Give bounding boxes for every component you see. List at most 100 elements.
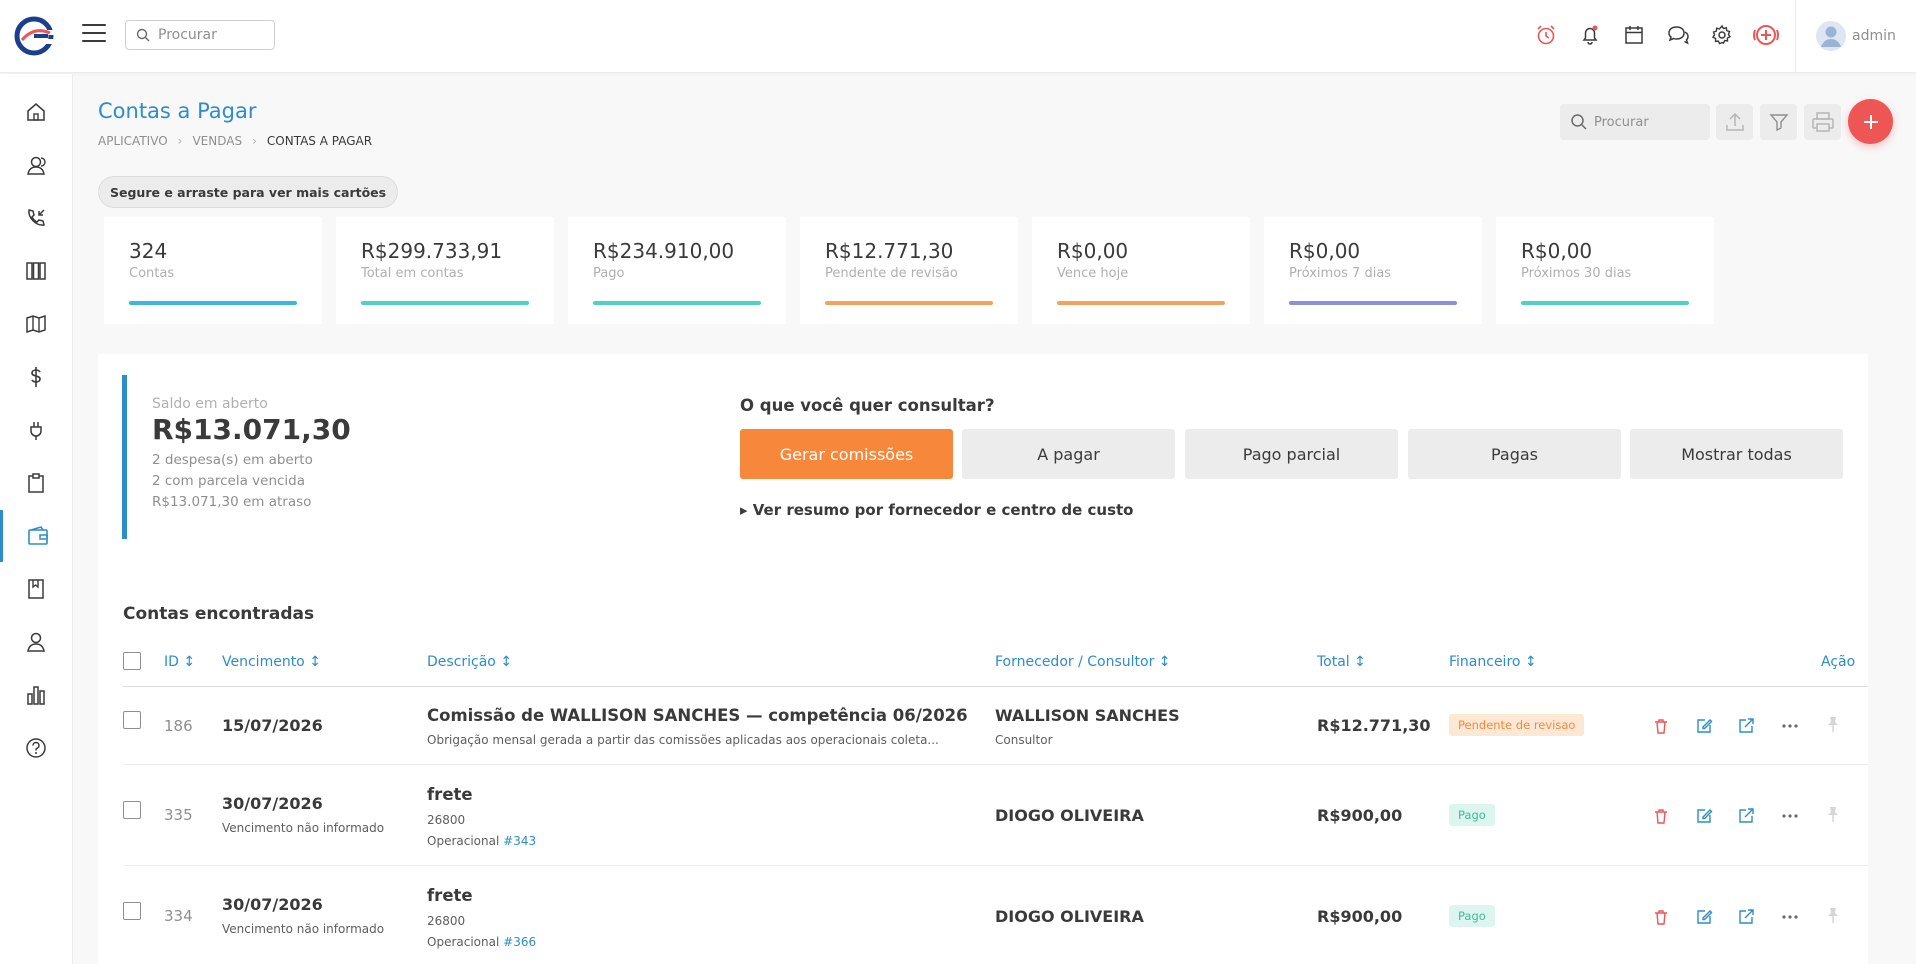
edit-icon[interactable]	[1693, 906, 1715, 928]
stat-card[interactable]: R$12.771,30 Pendente de revisão	[800, 217, 1018, 324]
add-button[interactable]	[1848, 99, 1893, 144]
row-title[interactable]: frete	[427, 785, 473, 804]
query-question: O que você quer consultar?	[740, 396, 995, 415]
row-due-date-note: Vencimento não informado	[222, 922, 385, 936]
chat-icon[interactable]	[1656, 20, 1700, 50]
sidebar-item-tasks[interactable]	[0, 457, 72, 509]
column-header-vendor[interactable]: Fornecedor / Consultor ↕	[995, 654, 1171, 670]
open-balance-label: Saldo em aberto	[152, 396, 268, 412]
delete-icon[interactable]	[1650, 805, 1672, 827]
row-checkbox[interactable]	[123, 801, 141, 819]
breadcrumb-item-app[interactable]: APLICATIVO	[98, 134, 168, 148]
stat-card[interactable]: R$234.910,00 Pago	[568, 217, 786, 324]
sidebar-item-catalog[interactable]	[0, 563, 72, 615]
sidebar-item-integrations[interactable]	[0, 404, 72, 456]
gear-icon[interactable]	[1700, 20, 1744, 50]
menu-toggle-button[interactable]	[82, 24, 106, 46]
column-header-total[interactable]: Total ↕	[1317, 654, 1366, 670]
table-row[interactable]: 335 30/07/2026 Vencimento não informado …	[123, 766, 1868, 866]
column-header-description[interactable]: Descrição ↕	[427, 654, 512, 670]
drag-hint-badge: Segure e arraste para ver mais cartões	[98, 176, 399, 208]
sidebar-item-users[interactable]	[0, 616, 72, 668]
page-search[interactable]	[1560, 104, 1710, 140]
show-all-button[interactable]: Mostrar todas	[1630, 429, 1843, 479]
breadcrumb-item-current: CONTAS A PAGAR	[266, 134, 373, 148]
page-search-input[interactable]	[1594, 114, 1704, 130]
filter-button[interactable]	[1760, 104, 1797, 140]
row-operational-link[interactable]: #343	[503, 834, 536, 848]
filter-partially-paid-button[interactable]: Pago parcial	[1185, 429, 1398, 479]
column-header-due-date[interactable]: Vencimento ↕	[222, 654, 321, 670]
plus-icon	[1863, 114, 1878, 129]
calendar-icon[interactable]	[1612, 20, 1656, 50]
row-checkbox[interactable]	[123, 711, 141, 729]
select-all-checkbox[interactable]	[123, 652, 141, 670]
table-row[interactable]: 186 15/07/2026 Comissão de WALLISON SANC…	[123, 687, 1868, 765]
row-id: 334	[164, 907, 193, 925]
stat-card-label: Próximos 7 dias	[1289, 266, 1392, 281]
row-vendor: WALLISON SANCHES	[995, 706, 1180, 725]
sidebar-item-map[interactable]	[0, 298, 72, 350]
sidebar-item-calls[interactable]	[0, 192, 72, 244]
pin-icon[interactable]	[1822, 803, 1844, 825]
table-row[interactable]: 334 30/07/2026 Vencimento não informado …	[123, 867, 1868, 964]
sidebar-item-finance[interactable]	[0, 351, 72, 403]
row-operational-link[interactable]: #366	[503, 935, 536, 949]
breadcrumb-item-sales[interactable]: VENDAS	[192, 134, 242, 148]
row-title[interactable]: frete	[427, 886, 473, 905]
stat-card[interactable]: R$0,00 Próximos 30 dias	[1496, 217, 1714, 324]
sidebar-item-reports[interactable]	[0, 669, 72, 721]
more-options-icon[interactable]	[1779, 715, 1801, 737]
stat-card-label: Contas	[129, 266, 175, 281]
column-header-id[interactable]: ID ↕	[164, 654, 195, 670]
user-menu[interactable]: admin	[1816, 21, 1896, 51]
more-options-icon[interactable]	[1779, 805, 1801, 827]
more-options-icon[interactable]	[1779, 906, 1801, 928]
pin-icon[interactable]	[1822, 904, 1844, 926]
global-search[interactable]	[125, 20, 275, 50]
column-header-finance[interactable]: Financeiro ↕	[1449, 654, 1537, 670]
row-vendor: DIOGO OLIVEIRA	[995, 806, 1144, 825]
sidebar-item-payables[interactable]	[0, 510, 72, 562]
main-panel: Saldo em aberto R$13.071,30 2 despesa(s)…	[98, 354, 1868, 964]
brand-logo-icon[interactable]	[14, 16, 56, 56]
edit-icon[interactable]	[1693, 805, 1715, 827]
stat-card[interactable]: R$0,00 Próximos 7 dias	[1264, 217, 1482, 324]
row-checkbox[interactable]	[123, 902, 141, 920]
top-bar-divider	[1795, 0, 1796, 73]
stat-card-bar	[361, 301, 529, 305]
export-button[interactable]	[1716, 104, 1753, 140]
delete-icon[interactable]	[1650, 906, 1672, 928]
filter-paid-button[interactable]: Pagas	[1408, 429, 1621, 479]
open-balance-value: R$13.071,30	[152, 413, 351, 446]
sidebar-item-contacts[interactable]	[0, 139, 72, 191]
row-description: Obrigação mensal gerada a partir das com…	[427, 733, 939, 747]
bookmark-icon	[28, 579, 44, 599]
alarm-clock-icon[interactable]	[1524, 20, 1568, 50]
sidebar-item-home[interactable]	[0, 86, 72, 138]
print-button[interactable]	[1804, 104, 1841, 140]
stat-card[interactable]: 324 Contas	[104, 217, 322, 324]
stat-card[interactable]: R$299.733,91 Total em contas	[336, 217, 554, 324]
global-search-input[interactable]	[158, 27, 268, 43]
generate-commissions-button[interactable]: Gerar comissões	[740, 429, 953, 479]
bell-icon[interactable]	[1568, 20, 1612, 50]
filter-icon	[1768, 114, 1789, 132]
row-title[interactable]: Comissão de WALLISON SANCHES — competênc…	[427, 706, 968, 725]
breadcrumb: APLICATIVO › VENDAS › CONTAS A PAGAR	[98, 134, 372, 148]
help-plus-icon[interactable]	[1744, 20, 1788, 50]
edit-icon[interactable]	[1693, 715, 1715, 737]
stat-card[interactable]: R$0,00 Vence hoje	[1032, 217, 1250, 324]
columns-icon	[26, 262, 46, 280]
vendor-summary-toggle[interactable]: ▸ Ver resumo por fornecedor e centro de …	[740, 501, 1133, 519]
delete-icon[interactable]	[1650, 715, 1672, 737]
user-icon	[27, 632, 45, 652]
pin-icon[interactable]	[1822, 713, 1844, 735]
sidebar-item-boards[interactable]	[0, 245, 72, 297]
open-external-icon[interactable]	[1735, 805, 1757, 827]
sidebar-item-help[interactable]	[0, 722, 72, 774]
open-external-icon[interactable]	[1735, 906, 1757, 928]
search-icon	[1571, 114, 1587, 130]
filter-to-pay-button[interactable]: A pagar	[962, 429, 1175, 479]
open-external-icon[interactable]	[1735, 715, 1757, 737]
